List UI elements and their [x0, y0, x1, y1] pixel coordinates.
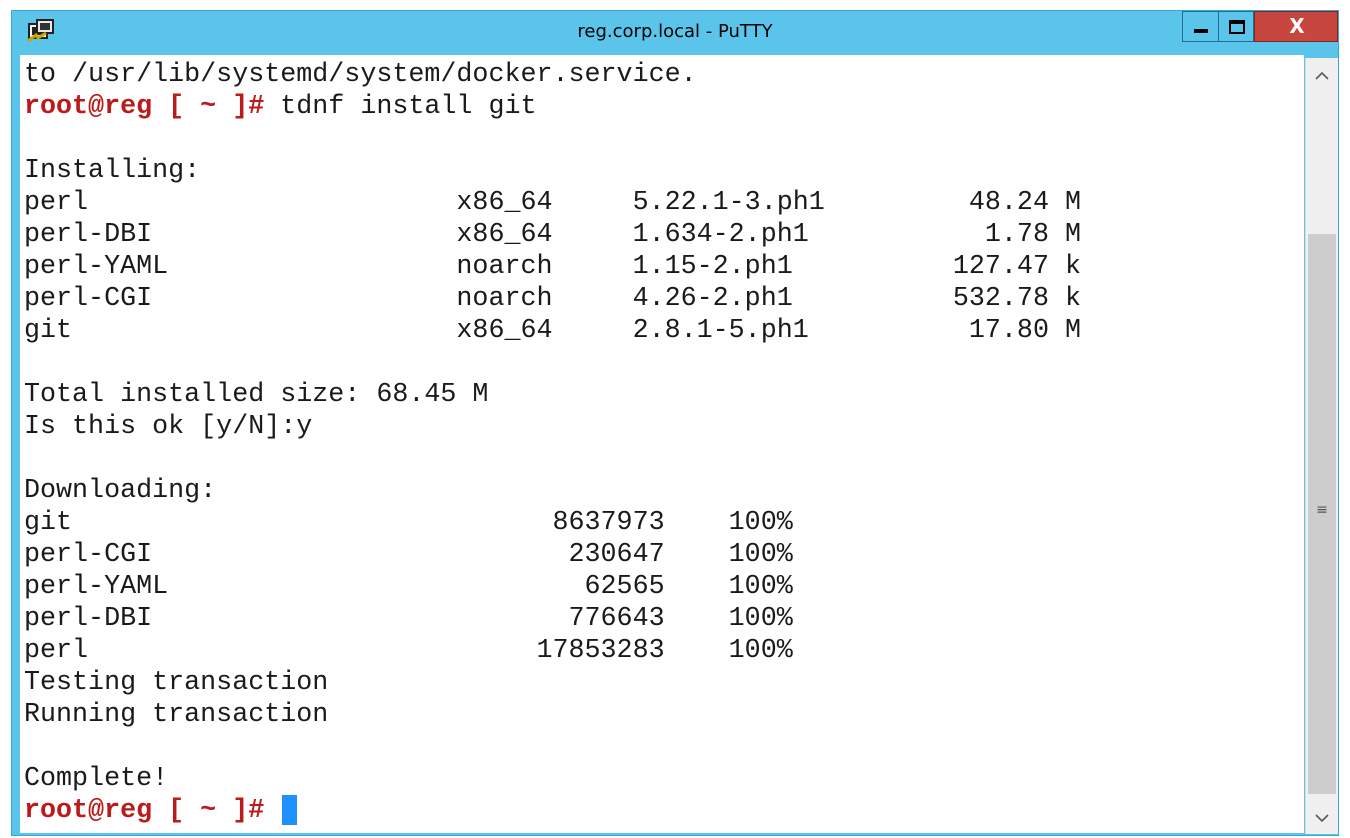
- terminal-line: perl-DBI 776643 100%: [24, 604, 793, 634]
- close-button[interactable]: X: [1254, 11, 1338, 42]
- terminal-command-line: root@reg [ ~ ]# tdnf install git: [24, 91, 537, 123]
- terminal-line: Is this ok [y/N]:y: [24, 412, 313, 442]
- terminal-line: Total installed size: 68.45 M: [24, 380, 489, 410]
- terminal-output[interactable]: to /usr/lib/systemd/system/docker.servic…: [20, 55, 1304, 833]
- scroll-down-arrow-icon[interactable]: [1306, 800, 1338, 834]
- terminal-line: perl 17853283 100%: [24, 636, 793, 666]
- terminal-line: perl-YAML 62565 100%: [24, 572, 793, 602]
- terminal-line: to /usr/lib/systemd/system/docker.servic…: [24, 60, 697, 90]
- scroll-up-arrow-icon[interactable]: [1306, 58, 1338, 92]
- title-bar[interactable]: reg.corp.local - PuTTY X: [12, 11, 1338, 55]
- window-title: reg.corp.local - PuTTY: [577, 21, 773, 42]
- terminal-line: perl x86_64 5.22.1-3.ph1 48.24 M: [24, 188, 1081, 218]
- maximize-icon: [1229, 20, 1245, 34]
- putty-window: reg.corp.local - PuTTY X to /usr/lib/sys…: [11, 10, 1339, 836]
- terminal-line: Running transaction: [24, 700, 329, 730]
- terminal-line: perl-YAML noarch 1.15-2.ph1 127.47 k: [24, 252, 1081, 282]
- terminal-line: git 8637973 100%: [24, 508, 793, 538]
- vertical-scrollbar[interactable]: ≡: [1305, 58, 1338, 834]
- text-cursor: [282, 795, 298, 825]
- terminal-line: perl-CGI noarch 4.26-2.ph1 532.78 k: [24, 284, 1081, 314]
- minimize-button[interactable]: [1182, 11, 1218, 42]
- minimize-icon: [1194, 29, 1208, 33]
- terminal-line: Installing:: [24, 156, 201, 186]
- terminal-prompt-line[interactable]: root@reg [ ~ ]#: [24, 795, 298, 827]
- terminal-line: Testing transaction: [24, 668, 329, 698]
- terminal-line: perl-CGI 230647 100%: [24, 540, 793, 570]
- terminal-line: git x86_64 2.8.1-5.ph1 17.80 M: [24, 316, 1081, 346]
- shell-prompt: root@reg [ ~ ]#: [24, 92, 265, 122]
- scrollbar-thumb[interactable]: ≡: [1308, 234, 1336, 794]
- command-text: tdnf install git: [264, 92, 537, 122]
- terminal-line: perl-DBI x86_64 1.634-2.ph1 1.78 M: [24, 220, 1081, 250]
- scrollbar-grip-icon: ≡: [1316, 502, 1328, 518]
- terminal-line: Downloading:: [24, 476, 217, 506]
- shell-prompt: root@reg [ ~ ]#: [24, 796, 265, 826]
- maximize-button[interactable]: [1218, 11, 1254, 42]
- terminal-line: Complete!: [24, 764, 169, 794]
- close-icon: X: [1289, 14, 1305, 38]
